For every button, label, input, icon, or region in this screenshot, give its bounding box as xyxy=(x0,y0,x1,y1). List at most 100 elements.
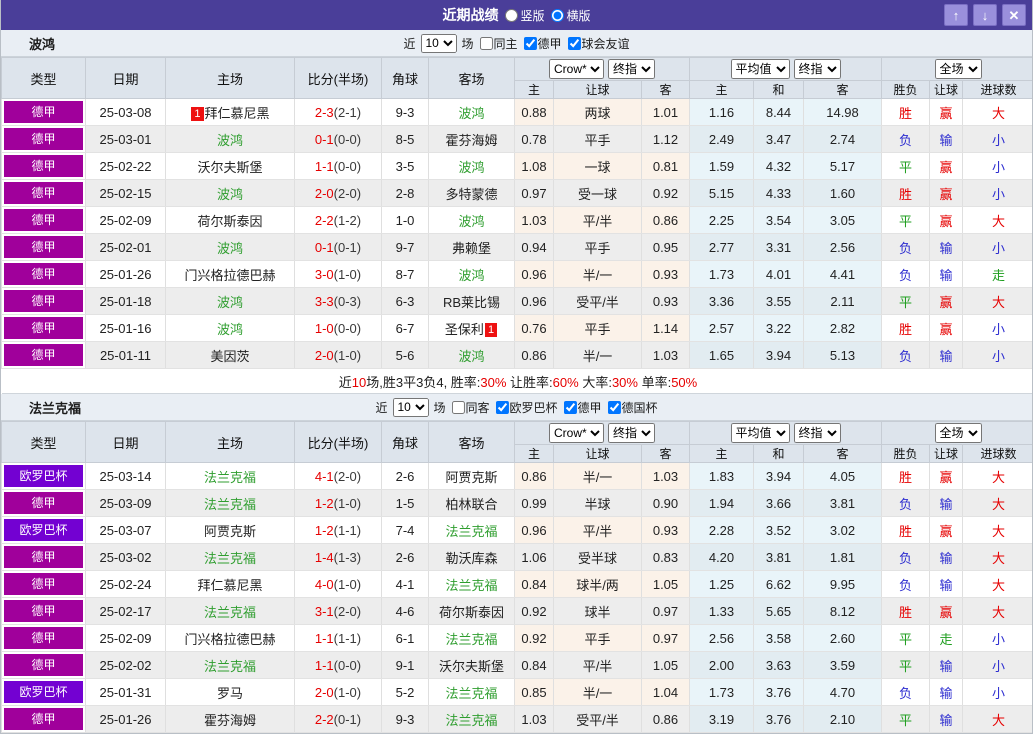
match-date: 25-02-17 xyxy=(86,598,166,625)
home-team-name[interactable]: 法兰克福 xyxy=(204,605,256,620)
away-team-name[interactable]: 法兰克福 xyxy=(445,686,497,701)
avg-home: 1.73 xyxy=(690,679,754,706)
home-team-name[interactable]: 波鸿 xyxy=(217,187,243,202)
result-handicap: 赢 xyxy=(930,153,963,180)
away-team-name[interactable]: 阿贾克斯 xyxy=(445,470,497,485)
league-filter[interactable]: 球会友谊 xyxy=(564,35,630,52)
away-team-name[interactable]: 法兰克福 xyxy=(445,524,497,539)
scroll-down-button[interactable]: ↓ xyxy=(973,4,997,26)
layout-radio-horizontal[interactable]: 横版 xyxy=(551,7,591,24)
vertical-radio[interactable] xyxy=(504,9,517,22)
away-team-name[interactable]: 沃尔夫斯堡 xyxy=(439,659,504,674)
horizontal-radio[interactable] xyxy=(551,9,564,22)
avg-home: 1.59 xyxy=(690,153,754,180)
home-team: 荷尔斯泰因 xyxy=(166,207,295,234)
home-team-name[interactable]: 门兴格拉德巴赫 xyxy=(184,268,275,283)
recent-count-select[interactable]: 10 xyxy=(420,34,456,53)
home-team-name[interactable]: 拜仁慕尼黑 xyxy=(197,578,262,593)
away-team-name[interactable]: 波鸿 xyxy=(458,106,484,121)
odds-away: 0.86 xyxy=(642,706,690,733)
same-venue-filter[interactable]: 同主 xyxy=(475,35,517,52)
league-checkbox[interactable] xyxy=(568,37,581,50)
odds-period-select[interactable]: 终指 xyxy=(608,59,655,79)
avg-type-select[interactable]: 平均值 xyxy=(731,423,790,443)
league-badge: 德甲 xyxy=(4,128,83,150)
home-team-name[interactable]: 波鸿 xyxy=(217,295,243,310)
match-score: 1-4(1-3) xyxy=(295,544,382,571)
layout-radio-vertical[interactable]: 竖版 xyxy=(504,7,544,24)
result-handicap: 输 xyxy=(930,544,963,571)
scroll-up-button[interactable]: ↑ xyxy=(944,4,968,26)
home-team-name[interactable]: 门兴格拉德巴赫 xyxy=(184,632,275,647)
home-team-name[interactable]: 波鸿 xyxy=(217,241,243,256)
recent-count-select[interactable]: 10 xyxy=(392,398,428,417)
home-team-name[interactable]: 波鸿 xyxy=(217,133,243,148)
home-team-name[interactable]: 波鸿 xyxy=(217,322,243,337)
home-team-name[interactable]: 美因茨 xyxy=(210,349,249,364)
home-team-name[interactable]: 拜仁慕尼黑 xyxy=(205,106,270,121)
away-team-name[interactable]: RB莱比锡 xyxy=(443,295,500,310)
odds-away: 0.97 xyxy=(642,598,690,625)
home-team-name[interactable]: 荷尔斯泰因 xyxy=(197,214,262,229)
home-team-name[interactable]: 法兰克福 xyxy=(204,497,256,512)
league-type: 德甲 xyxy=(2,234,86,261)
league-filter[interactable]: 德国杯 xyxy=(604,399,658,416)
col-odds-handicap: 让球 xyxy=(554,445,642,463)
away-team-name[interactable]: 荷尔斯泰因 xyxy=(439,605,504,620)
odds-company-select[interactable]: Crow* xyxy=(549,59,604,79)
home-team-name[interactable]: 罗马 xyxy=(217,686,243,701)
league-checkbox[interactable] xyxy=(496,401,509,414)
away-team-name[interactable]: 波鸿 xyxy=(458,160,484,175)
away-team-name[interactable]: 勒沃库森 xyxy=(445,551,497,566)
away-team: 法兰克福 xyxy=(429,706,515,733)
away-team-name[interactable]: 波鸿 xyxy=(458,349,484,364)
odds-handicap: 平/半 xyxy=(554,652,642,679)
same-venue-filter[interactable]: 同客 xyxy=(447,399,489,416)
odds-company-select[interactable]: Crow* xyxy=(549,423,604,443)
away-team-name[interactable]: 圣保利 xyxy=(445,322,484,337)
result-scope-select[interactable]: 全场 xyxy=(935,59,982,79)
same-venue-checkbox[interactable] xyxy=(479,37,492,50)
corner-score: 6-7 xyxy=(382,315,429,342)
match-score: 0-1(0-1) xyxy=(295,234,382,261)
home-team-name[interactable]: 法兰克福 xyxy=(204,659,256,674)
league-filter[interactable]: 德甲 xyxy=(520,35,562,52)
avg-period-select[interactable]: 终指 xyxy=(794,423,841,443)
home-team-name[interactable]: 法兰克福 xyxy=(204,551,256,566)
away-team-name[interactable]: 柏林联合 xyxy=(445,497,497,512)
home-team-name[interactable]: 霍芬海姆 xyxy=(204,713,256,728)
home-team-name[interactable]: 沃尔夫斯堡 xyxy=(197,160,262,175)
odds-home: 0.85 xyxy=(515,679,554,706)
league-checkbox[interactable] xyxy=(608,401,621,414)
result-scope-select[interactable]: 全场 xyxy=(935,423,982,443)
away-team-name[interactable]: 多特蒙德 xyxy=(445,187,497,202)
close-button[interactable]: ✕ xyxy=(1002,4,1026,26)
away-team: 法兰克福 xyxy=(429,571,515,598)
away-team: 法兰克福 xyxy=(429,679,515,706)
away-team-name[interactable]: 霍芬海姆 xyxy=(445,133,497,148)
away-team-name[interactable]: 法兰克福 xyxy=(445,578,497,593)
odds-home: 0.94 xyxy=(515,234,554,261)
match-date: 25-01-26 xyxy=(86,261,166,288)
result-outcome: 平 xyxy=(882,288,930,315)
corner-score: 2-6 xyxy=(382,463,429,490)
league-filter[interactable]: 欧罗巴杯 xyxy=(492,399,558,416)
same-venue-checkbox[interactable] xyxy=(451,401,464,414)
league-checkbox[interactable] xyxy=(564,401,577,414)
match-date: 25-01-18 xyxy=(86,288,166,315)
away-team-name[interactable]: 法兰克福 xyxy=(445,713,497,728)
avg-period-select[interactable]: 终指 xyxy=(794,59,841,79)
away-team-name[interactable]: 弗赖堡 xyxy=(452,241,491,256)
odds-period-select[interactable]: 终指 xyxy=(608,423,655,443)
home-team-name[interactable]: 阿贾克斯 xyxy=(204,524,256,539)
league-filter[interactable]: 德甲 xyxy=(560,399,602,416)
home-team: 法兰克福 xyxy=(166,598,295,625)
league-checkbox[interactable] xyxy=(524,37,537,50)
away-team-name[interactable]: 波鸿 xyxy=(458,268,484,283)
avg-type-select[interactable]: 平均值 xyxy=(731,59,790,79)
away-team-name[interactable]: 法兰克福 xyxy=(445,632,497,647)
away-team: 勒沃库森 xyxy=(429,544,515,571)
home-team-name[interactable]: 法兰克福 xyxy=(204,470,256,485)
away-team-name[interactable]: 波鸿 xyxy=(458,214,484,229)
result-handicap: 赢 xyxy=(930,315,963,342)
